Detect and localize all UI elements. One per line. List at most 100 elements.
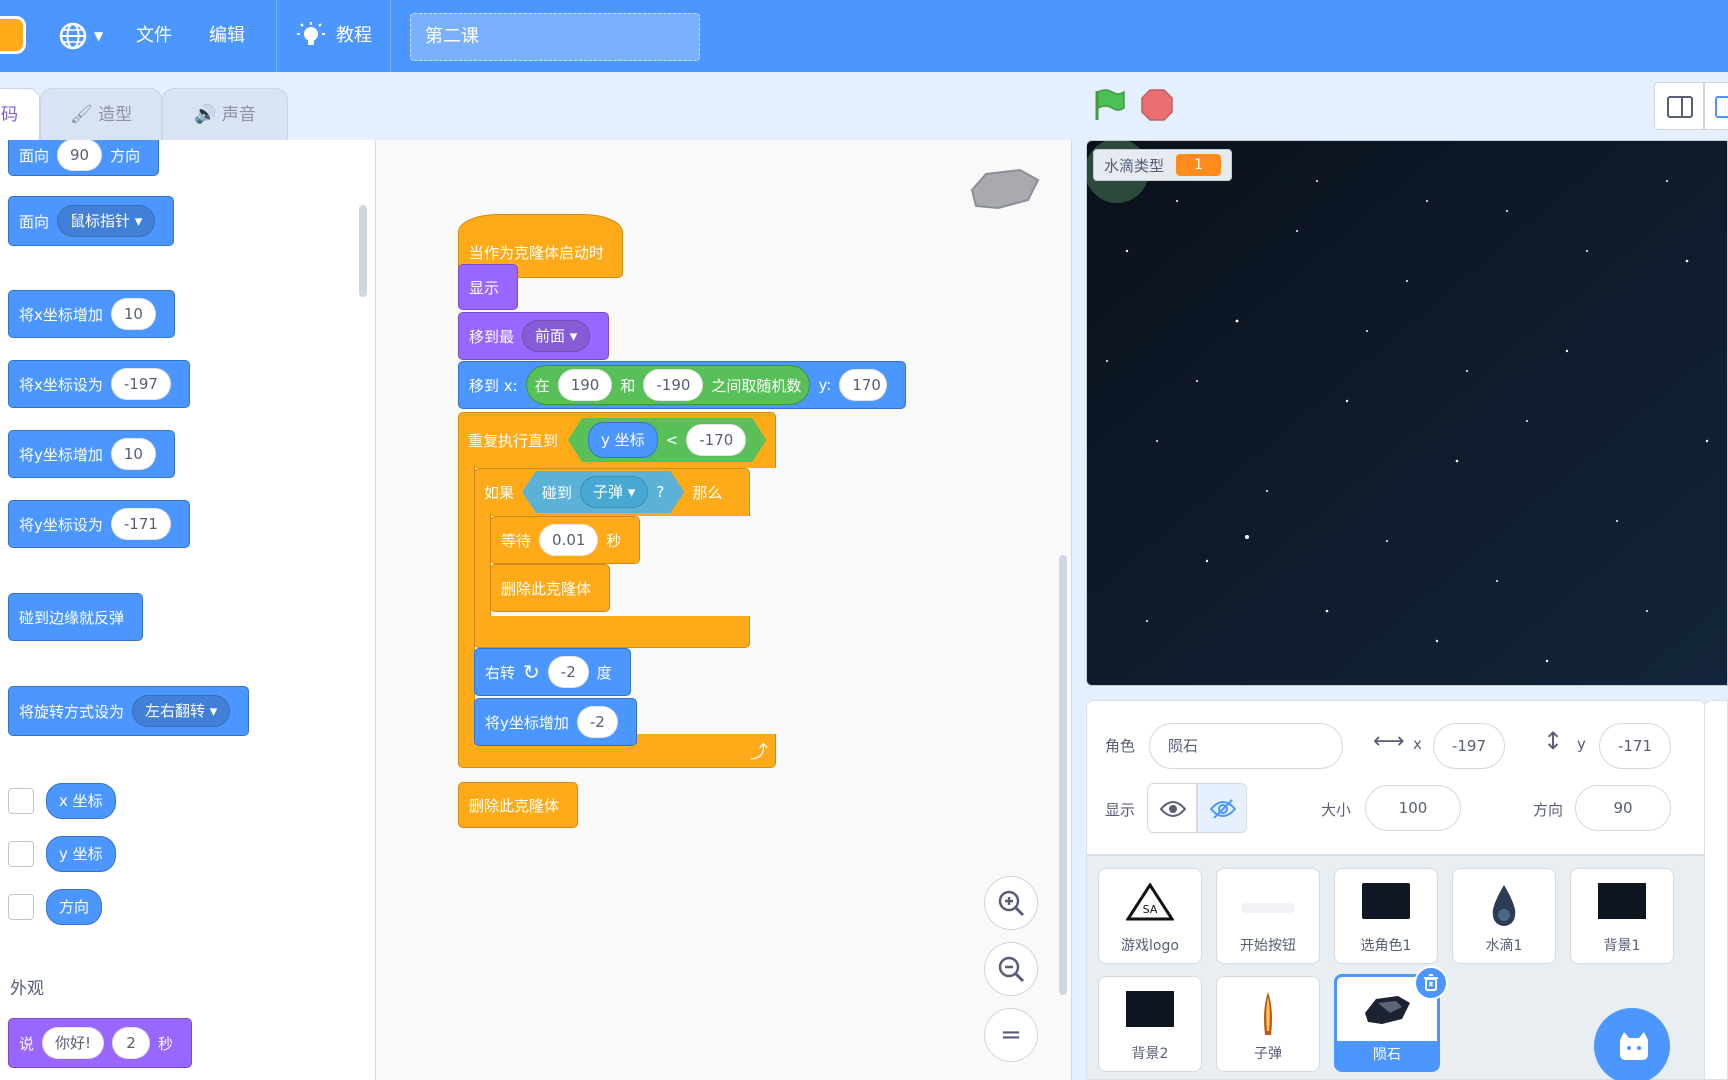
less-than-block[interactable]: y 坐标 < -170: [568, 418, 766, 462]
direction-input[interactable]: 90: [1575, 785, 1671, 831]
rotation-style-block[interactable]: 将旋转方式设为 左右翻转 ▾: [8, 686, 250, 736]
block-dropdown[interactable]: 前面 ▾: [522, 320, 591, 352]
sprite-tile[interactable]: 背景1: [1570, 868, 1674, 964]
change-y-block[interactable]: 将y坐标增加 -2: [474, 698, 637, 746]
show-block[interactable]: 显示: [458, 264, 519, 310]
change-y-block[interactable]: 将y坐标增加 10: [8, 430, 175, 478]
touching-block[interactable]: 碰到 子弹 ▾ ?: [522, 471, 684, 513]
tab-sounds[interactable]: 🔊 声音: [162, 88, 288, 142]
direction-checkbox[interactable]: [8, 894, 34, 920]
block-input[interactable]: 你好!: [42, 1027, 105, 1059]
language-menu[interactable]: ▼: [58, 0, 110, 72]
block-input[interactable]: 90: [57, 140, 103, 171]
direction-reporter[interactable]: 方向: [46, 889, 103, 925]
tutorials-label: 教程: [336, 25, 372, 46]
show-visible-button[interactable]: [1147, 783, 1197, 833]
workspace-scrollbar[interactable]: [1059, 555, 1067, 995]
size-input[interactable]: 100: [1365, 785, 1461, 831]
edit-menu[interactable]: 编辑: [209, 0, 245, 72]
pick-random-block[interactable]: 在 190 和 -190 之间取随机数: [525, 365, 811, 405]
block-label: 将x坐标设为: [19, 375, 103, 394]
block-input[interactable]: 0.01: [539, 524, 599, 556]
sprite-tile[interactable]: 子弹: [1216, 976, 1320, 1072]
go-to-front-block[interactable]: 移到最 前面 ▾: [458, 312, 610, 360]
y-position-reporter[interactable]: y 坐标: [588, 422, 658, 458]
block-label: 方向: [110, 146, 141, 165]
zoom-out-button[interactable]: [984, 942, 1038, 996]
zoom-reset-button[interactable]: =: [984, 1008, 1038, 1062]
x-position-reporter[interactable]: x 坐标: [46, 783, 116, 819]
block-input[interactable]: -170: [686, 424, 746, 456]
block-label: 移到最: [469, 327, 515, 346]
stage-selector[interactable]: [1704, 700, 1728, 1080]
block-input[interactable]: 10: [110, 298, 156, 330]
sprite-tile[interactable]: 开始按钮: [1216, 868, 1320, 964]
scratch-logo[interactable]: [0, 16, 26, 54]
set-x-block[interactable]: 将x坐标设为 -197: [8, 360, 190, 408]
sprite-tile[interactable]: 背景2: [1098, 976, 1202, 1072]
block-input[interactable]: -2: [547, 656, 589, 688]
small-stage-button[interactable]: [1654, 82, 1704, 130]
horizontal-arrows-icon: ⟷: [1373, 729, 1405, 754]
wait-block[interactable]: 等待 0.01 秒: [490, 516, 641, 564]
bounce-block[interactable]: 碰到边缘就反弹: [8, 593, 144, 641]
tab-sounds-label: 声音: [221, 105, 256, 125]
file-menu[interactable]: 文件: [136, 0, 172, 72]
block-input[interactable]: 170: [839, 369, 887, 401]
block-input[interactable]: 10: [110, 438, 156, 470]
x-input[interactable]: -197: [1433, 723, 1505, 769]
project-title-input[interactable]: 第二课: [410, 13, 700, 61]
delete-clone-block[interactable]: 删除此克隆体: [490, 564, 611, 612]
block-input[interactable]: -2: [576, 706, 618, 738]
block-input[interactable]: -171: [110, 508, 171, 540]
block-dropdown[interactable]: 鼠标指针 ▾: [57, 205, 156, 237]
large-stage-button[interactable]: [1704, 82, 1728, 130]
palette-scrollbar[interactable]: [359, 205, 367, 297]
sprite-tile[interactable]: SA 游戏logo: [1098, 868, 1202, 964]
sprite-tile[interactable]: 选角色1: [1334, 868, 1438, 964]
size-label: 大小: [1321, 801, 1352, 819]
stop-icon[interactable]: [1140, 88, 1174, 122]
sprite-tile[interactable]: 水滴1: [1452, 868, 1556, 964]
tab-costumes[interactable]: 🖌 造型: [40, 88, 162, 142]
block-input[interactable]: -190: [643, 369, 704, 401]
x-position-checkbox[interactable]: [8, 788, 34, 814]
block-dropdown[interactable]: 左右翻转 ▾: [132, 695, 231, 727]
eye-slash-icon: [1210, 799, 1236, 819]
direction-label: 方向: [1533, 801, 1564, 819]
show-hidden-button[interactable]: [1197, 783, 1247, 833]
block-input[interactable]: 2: [112, 1027, 151, 1059]
block-label: 重复执行直到: [468, 431, 559, 450]
turn-right-block[interactable]: 右转 ↻ -2 度: [474, 648, 631, 696]
green-flag-icon[interactable]: [1092, 88, 1126, 122]
point-towards-block[interactable]: 面向 鼠标指针 ▾: [8, 196, 175, 246]
block-input[interactable]: -197: [110, 368, 171, 400]
y-position-checkbox[interactable]: [8, 841, 34, 867]
set-y-block[interactable]: 将y坐标设为 -171: [8, 500, 190, 548]
globe-icon: [59, 22, 87, 50]
y-input[interactable]: -171: [1599, 723, 1671, 769]
menu-divider: [276, 0, 277, 72]
delete-clone-block[interactable]: 删除此克隆体: [458, 782, 579, 828]
tab-code[interactable]: 码: [0, 88, 40, 144]
block-input[interactable]: 190: [557, 369, 613, 401]
script-workspace[interactable]: 当作为克隆体启动时 显示 移到最 前面 ▾ 移到 x: 在 190 和 -190…: [376, 140, 1072, 1080]
zoom-in-button[interactable]: [984, 876, 1038, 930]
menu-divider: [390, 0, 391, 72]
tutorials-menu[interactable]: 教程: [296, 0, 372, 72]
delete-sprite-button[interactable]: [1414, 966, 1448, 1000]
block-label: 将旋转方式设为: [19, 702, 125, 721]
change-x-block[interactable]: 将x坐标增加 10: [8, 290, 175, 338]
point-in-direction-block[interactable]: 面向 90 方向: [8, 140, 160, 176]
y-position-reporter[interactable]: y 坐标: [46, 836, 116, 872]
stage-canvas[interactable]: 水滴类型 1: [1086, 140, 1728, 686]
block-label: 那么: [692, 483, 723, 502]
block-label: 如果: [484, 483, 515, 502]
sprite-name-input[interactable]: 陨石: [1149, 723, 1343, 769]
add-sprite-button[interactable]: [1594, 1008, 1670, 1080]
say-for-secs-block[interactable]: 说 你好! 2 秒: [8, 1018, 193, 1068]
go-to-xy-block[interactable]: 移到 x: 在 190 和 -190 之间取随机数 y: 170: [458, 361, 906, 409]
block-label: 碰到边缘就反弹: [19, 608, 125, 627]
eye-icon: [1160, 801, 1186, 817]
block-dropdown[interactable]: 子弹 ▾: [580, 476, 648, 508]
